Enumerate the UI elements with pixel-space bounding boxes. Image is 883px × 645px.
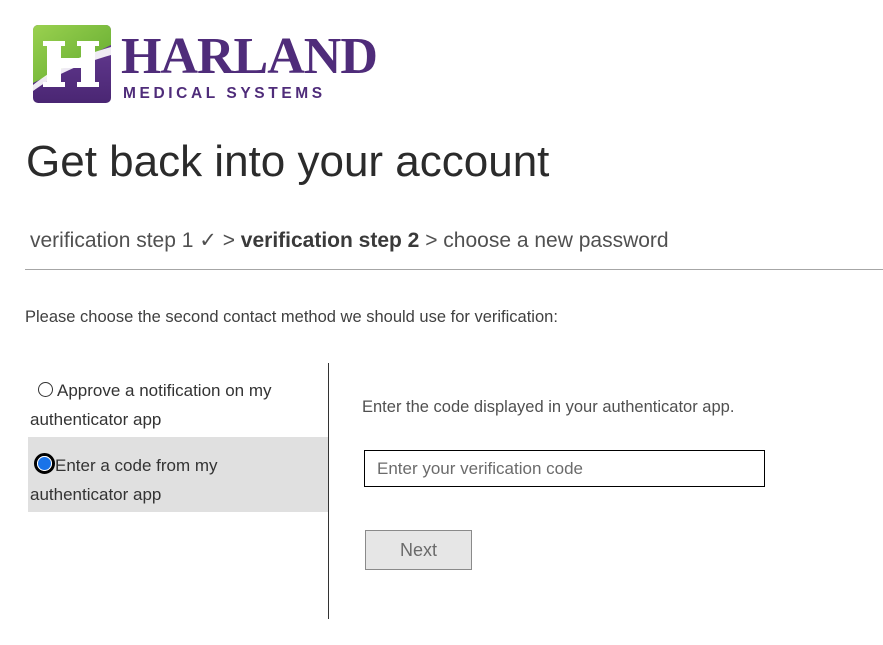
option-label: Approve a notification on my authenticat… <box>30 381 272 429</box>
harland-h-logo-icon <box>33 25 111 103</box>
next-button[interactable]: Next <box>365 530 472 570</box>
logo-tagline: MEDICAL SYSTEMS <box>123 85 326 102</box>
radio-button-checked[interactable] <box>34 453 55 474</box>
breadcrumb-step-1: verification step 1 ✓ <box>30 229 217 252</box>
option-approve-notification[interactable]: Approve a notification on my authenticat… <box>28 362 328 437</box>
breadcrumb-step-2-current: verification step 2 <box>240 229 420 252</box>
option-enter-code[interactable]: Enter a code from my authenticator app <box>28 437 328 512</box>
option-label: Enter a code from my authenticator app <box>30 456 218 504</box>
harland-logo: HARLAND MEDICAL SYSTEMS <box>33 25 378 105</box>
code-prompt-text: Enter the code displayed in your authent… <box>362 398 735 416</box>
breadcrumb-separator: > <box>419 229 444 252</box>
vertical-divider <box>328 363 329 619</box>
section-divider <box>25 269 883 270</box>
contact-method-options: Approve a notification on my authenticat… <box>28 362 328 512</box>
breadcrumb-separator: > <box>216 229 241 252</box>
verification-code-input[interactable] <box>364 450 765 487</box>
instructions-text: Please choose the second contact method … <box>25 308 558 326</box>
logo-wordmark: HARLAND <box>121 28 378 85</box>
radio-button-unchecked[interactable] <box>38 382 53 397</box>
breadcrumb: verification step 1 ✓ > verification ste… <box>30 227 669 255</box>
breadcrumb-step-3: choose a new password <box>443 229 669 252</box>
page-title: Get back into your account <box>26 137 550 186</box>
